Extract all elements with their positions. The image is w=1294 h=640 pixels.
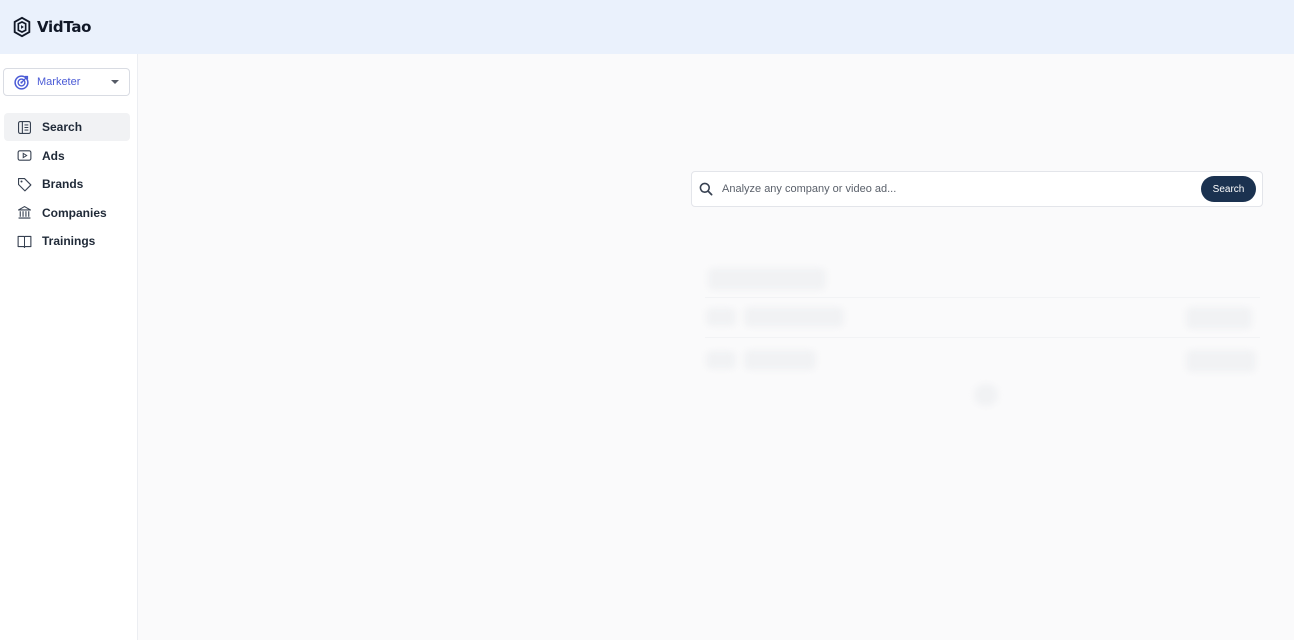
logo-icon [13,16,31,38]
sidebar-item-ads[interactable]: Ads [4,142,130,170]
tag-icon [17,177,32,192]
divider [705,297,1260,298]
sidebar: Marketer Search Ads Brands Companies Tra… [0,54,138,640]
sidebar-item-brands[interactable]: Brands [4,170,130,198]
divider [705,337,1260,338]
sidebar-nav: Search Ads Brands Companies Trainings [4,113,130,256]
search-button[interactable]: Search [1201,176,1256,202]
loading-placeholder [974,384,998,406]
loading-placeholder [706,308,736,326]
search-panel-icon [17,120,32,134]
search-icon [699,182,713,196]
loading-placeholder [744,307,844,327]
sidebar-item-label: Ads [42,148,65,163]
bank-icon [17,206,32,219]
top-bar: VidTao [0,0,1294,54]
role-selector-value: Marketer [37,76,81,88]
logo[interactable]: VidTao [11,16,91,38]
sidebar-item-label: Search [42,120,83,134]
loading-placeholder [1186,307,1252,329]
main-content [139,54,1294,640]
role-selector[interactable]: Marketer [3,68,130,96]
play-icon [17,150,32,161]
loading-placeholder [744,350,816,370]
sidebar-item-label: Companies [42,205,107,220]
search-input[interactable] [722,174,1201,204]
chevron-down-icon [111,80,119,84]
search-bar: Search [691,171,1263,207]
app-name: VidTao [37,18,92,36]
target-icon [14,74,29,90]
sidebar-item-label: Trainings [42,234,96,249]
sidebar-item-label: Brands [42,177,84,192]
loading-placeholder [706,351,736,369]
loading-placeholder [708,268,826,290]
sidebar-item-trainings[interactable]: Trainings [4,227,130,255]
sidebar-item-search[interactable]: Search [4,113,130,141]
sidebar-item-companies[interactable]: Companies [4,199,130,227]
loading-placeholder [1186,350,1256,372]
book-icon [17,235,32,248]
